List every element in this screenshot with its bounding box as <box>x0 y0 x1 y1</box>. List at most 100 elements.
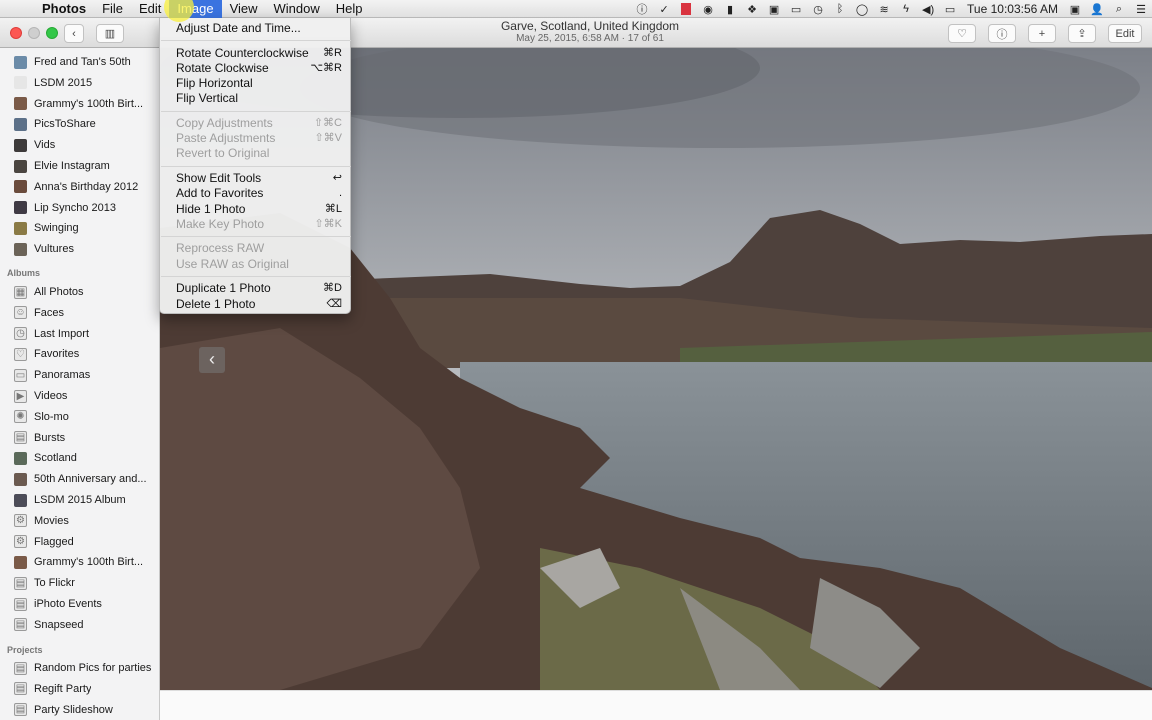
sidebar-item-albums[interactable]: 50th Anniversary and... <box>0 469 159 489</box>
sidebar-item-albums[interactable]: ▤ Bursts <box>0 428 159 448</box>
sidebar-item-albums[interactable]: ▤ Snapseed <box>0 615 159 635</box>
sidebar-item-top_items[interactable]: PicsToShare <box>0 114 159 134</box>
sidebar-item-albums[interactable]: ▦ All Photos <box>0 282 159 302</box>
add-button[interactable]: + <box>1028 24 1056 43</box>
menu-item-label: Make Key Photo <box>176 216 265 231</box>
sidebar-item-albums[interactable]: ⚙ Movies <box>0 511 159 531</box>
sidebar-item-top_items[interactable]: Grammy's 100th Birt... <box>0 94 159 114</box>
sidebar-item-label: Panoramas <box>34 369 91 382</box>
image-menu-item[interactable]: Add to Favorites. <box>160 186 352 201</box>
image-menu-item[interactable]: Rotate Clockwise ⌥⌘R <box>160 61 352 76</box>
box-status-icon[interactable]: ▣ <box>763 0 785 18</box>
menu-photos[interactable]: Photos <box>34 0 94 18</box>
sidebar-item-top_items[interactable]: Anna's Birthday 2012 <box>0 177 159 197</box>
user-icon[interactable]: ▣ <box>1064 0 1086 18</box>
image-menu-item[interactable]: Delete 1 Photo ⌫ <box>160 297 352 312</box>
battery-icon[interactable]: ▭ <box>939 0 961 18</box>
info-button[interactable]: ⓘ <box>988 24 1016 43</box>
menu-help[interactable]: Help <box>328 0 371 18</box>
spotlight-search-icon[interactable]: ⌕ <box>1108 0 1130 18</box>
album-thumbnail <box>14 242 27 256</box>
wifi-icon[interactable]: ≋ <box>873 0 895 18</box>
sidebar-item-albums[interactable]: Scotland <box>0 448 159 468</box>
sidebar-item-projects[interactable]: ▤ Random Pics for parties <box>0 658 159 678</box>
sidebar-item-label: Bursts <box>34 431 66 444</box>
sidebar-item-top_items[interactable]: LSDM 2015 <box>0 73 159 93</box>
zoom-window-button[interactable] <box>46 27 58 39</box>
airplay-icon[interactable]: ▭ <box>785 0 807 18</box>
menu-window[interactable]: Window <box>266 0 328 18</box>
sidebar-item-albums[interactable]: Grammy's 100th Birt... <box>0 552 159 572</box>
sidebar-item-top_items[interactable]: Vultures <box>0 239 159 259</box>
sidebar-item-projects[interactable]: ▤ Party Slideshow <box>0 700 159 720</box>
menu-shortcut: ⌫ <box>326 297 342 310</box>
image-menu-item[interactable]: Flip Horizontal <box>160 76 352 91</box>
image-menu-dropdown: Adjust Date and Time... Rotate Counterclo… <box>159 18 351 314</box>
sidebar-item-albums[interactable]: ⚙ Flagged <box>0 532 159 552</box>
menu-file[interactable]: File <box>94 0 131 18</box>
sidebar-item-label: Anna's Birthday 2012 <box>34 180 139 193</box>
sidebar-item-albums[interactable]: ◷ Last Import <box>0 324 159 344</box>
album-icon: ✺ <box>14 410 27 424</box>
edit-button[interactable]: Edit <box>1108 24 1142 43</box>
sidebar-item-albums[interactable]: LSDM 2015 Album <box>0 490 159 510</box>
image-menu-item[interactable]: Show Edit Tools ↩ <box>160 171 352 186</box>
image-menu-item[interactable]: Adjust Date and Time... <box>160 21 352 36</box>
volume-icon[interactable]: ◀) <box>917 0 939 18</box>
sidebar-toggle-button[interactable]: ▥ <box>96 24 124 43</box>
record-status-icon[interactable]: ◉ <box>697 0 719 18</box>
image-menu-item[interactable]: Flip Vertical <box>160 91 352 106</box>
sidebar-item-top_items[interactable]: Elvie Instagram <box>0 156 159 176</box>
flashlight-status-icon[interactable]: ▮ <box>719 0 741 18</box>
back-button[interactable]: ‹ <box>64 24 84 43</box>
sidebar: Fred and Tan's 50th LSDM 2015 Grammy's 100… <box>0 48 160 720</box>
previous-photo-button[interactable]: ‹ <box>199 347 225 373</box>
share-button[interactable]: ⇪ <box>1068 24 1096 43</box>
sidebar-item-top_items[interactable]: Swinging <box>0 218 159 238</box>
checkmark-status-icon[interactable]: ✓ <box>653 0 675 18</box>
albums-heading: Albums <box>7 268 41 278</box>
menu-item-label: Add to Favorites <box>176 186 264 201</box>
messages-icon[interactable]: ◯ <box>851 0 873 18</box>
sidebar-item-label: Random Pics for parties <box>34 662 152 674</box>
sidebar-item-label: LSDM 2015 <box>34 76 93 89</box>
user-account-icon[interactable]: 👤 <box>1086 0 1108 18</box>
sidebar-item-label: Scotland <box>34 452 77 465</box>
sidebar-item-label: Vultures <box>34 243 74 256</box>
minimize-window-button[interactable] <box>28 27 40 39</box>
image-menu-item[interactable]: Rotate Counterclockwise ⌘R <box>160 46 352 61</box>
time-machine-icon[interactable]: ◷ <box>807 0 829 18</box>
album-thumbnail <box>14 221 27 235</box>
sidebar-item-albums[interactable]: ☺ Faces <box>0 303 159 323</box>
dropbox-icon[interactable]: ❖ <box>741 0 763 18</box>
sidebar-item-albums[interactable]: ✺ Slo-mo <box>0 407 159 427</box>
bolt-icon[interactable]: ϟ <box>895 0 917 18</box>
sidebar-item-projects[interactable]: ▤ Regift Party <box>0 679 159 699</box>
menu-item-label: Duplicate 1 Photo <box>176 281 271 296</box>
sidebar-item-label: iPhoto Events <box>34 598 102 610</box>
info-status-icon[interactable]: ⓘ <box>631 0 653 18</box>
menu-clock[interactable]: Tue 10:03:56 AM <box>961 0 1064 18</box>
close-window-button[interactable] <box>10 27 22 39</box>
favorite-heart-button[interactable]: ♡ <box>948 24 976 43</box>
sidebar-item-albums[interactable]: ▤ iPhoto Events <box>0 594 159 614</box>
sidebar-item-albums[interactable]: ▶ Videos <box>0 386 159 406</box>
image-menu-item[interactable]: Duplicate 1 Photo ⌘D <box>160 281 352 296</box>
sidebar-item-top_items[interactable]: Fred and Tan's 50th <box>0 52 159 72</box>
sidebar-item-albums[interactable]: ♡ Favorites <box>0 344 159 364</box>
sidebar-item-top_items[interactable]: Lip Syncho 2013 <box>0 198 159 218</box>
menu-separator <box>161 110 351 112</box>
menu-item-label: Flip Vertical <box>176 91 239 106</box>
sidebar-item-top_items[interactable]: Vids <box>0 135 159 155</box>
sidebar-item-albums[interactable]: ▭ Panoramas <box>0 365 159 385</box>
menu-view[interactable]: View <box>222 0 266 18</box>
sidebar-item-albums[interactable]: ▤ To Flickr <box>0 573 159 593</box>
bluetooth-icon[interactable]: ᛒ <box>829 0 851 18</box>
album-thumbnail <box>14 97 27 111</box>
notification-center-icon[interactable]: ☰ <box>1130 0 1152 18</box>
flag-status-icon[interactable] <box>675 0 697 18</box>
image-menu-item[interactable]: Hide 1 Photo ⌘L <box>160 202 352 217</box>
menu-shortcut: . <box>338 187 342 200</box>
album-icon: ▭ <box>14 368 27 382</box>
album-thumbnail <box>14 493 27 507</box>
